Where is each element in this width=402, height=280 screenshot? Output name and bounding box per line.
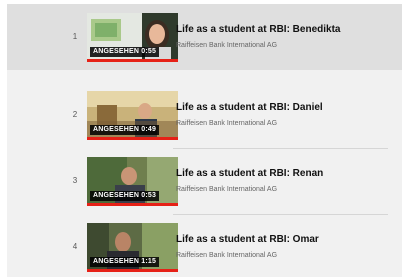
video-title[interactable]: Life as a student at RBI: Daniel [176, 102, 323, 113]
video-title[interactable]: Life as a student at RBI: Benedikta [176, 24, 340, 35]
channel-name[interactable]: Raiffeisen Bank International AG [176, 252, 277, 259]
watched-badge: ANGESEHEN 1:15 [90, 257, 160, 267]
playlist-item[interactable]: 4 ANGESEHEN 1:15 Life as a student at RB… [7, 214, 402, 280]
item-index: 3 [72, 176, 78, 185]
channel-name[interactable]: Raiffeisen Bank International AG [176, 42, 277, 49]
watched-progress-bar [87, 269, 178, 272]
watched-badge: ANGESEHEN 0:53 [90, 191, 160, 201]
video-thumbnail[interactable]: ANGESEHEN 0:53 [87, 157, 178, 206]
watched-badge: ANGESEHEN 0:49 [90, 125, 160, 135]
item-index: 1 [72, 32, 78, 41]
playlist-item[interactable]: 2 ANGESEHEN 0:49 Life as a student at RB… [7, 82, 402, 148]
watched-progress-bar [87, 137, 178, 140]
video-thumbnail[interactable]: ANGESEHEN 1:15 [87, 223, 178, 272]
watched-progress-bar [87, 203, 178, 206]
watched-badge: ANGESEHEN 0:55 [90, 47, 160, 57]
item-index: 2 [72, 110, 78, 119]
playlist-item[interactable]: 3 ANGESEHEN 0:53 Life as a student at RB… [7, 148, 402, 214]
playlist-item[interactable]: 1 ANGESEHEN 0:55 Life as a student at RB… [7, 4, 402, 70]
video-title[interactable]: Life as a student at RBI: Renan [176, 168, 323, 179]
watched-progress-bar [87, 59, 178, 62]
video-thumbnail[interactable]: ANGESEHEN 0:55 [87, 13, 178, 62]
channel-name[interactable]: Raiffeisen Bank International AG [176, 120, 277, 127]
playlist-panel: 1 ANGESEHEN 0:55 Life as a student at RB… [7, 4, 402, 277]
channel-name[interactable]: Raiffeisen Bank International AG [176, 186, 277, 193]
item-index: 4 [72, 242, 78, 251]
video-title[interactable]: Life as a student at RBI: Omar [176, 234, 319, 245]
video-thumbnail[interactable]: ANGESEHEN 0:49 [87, 91, 178, 140]
